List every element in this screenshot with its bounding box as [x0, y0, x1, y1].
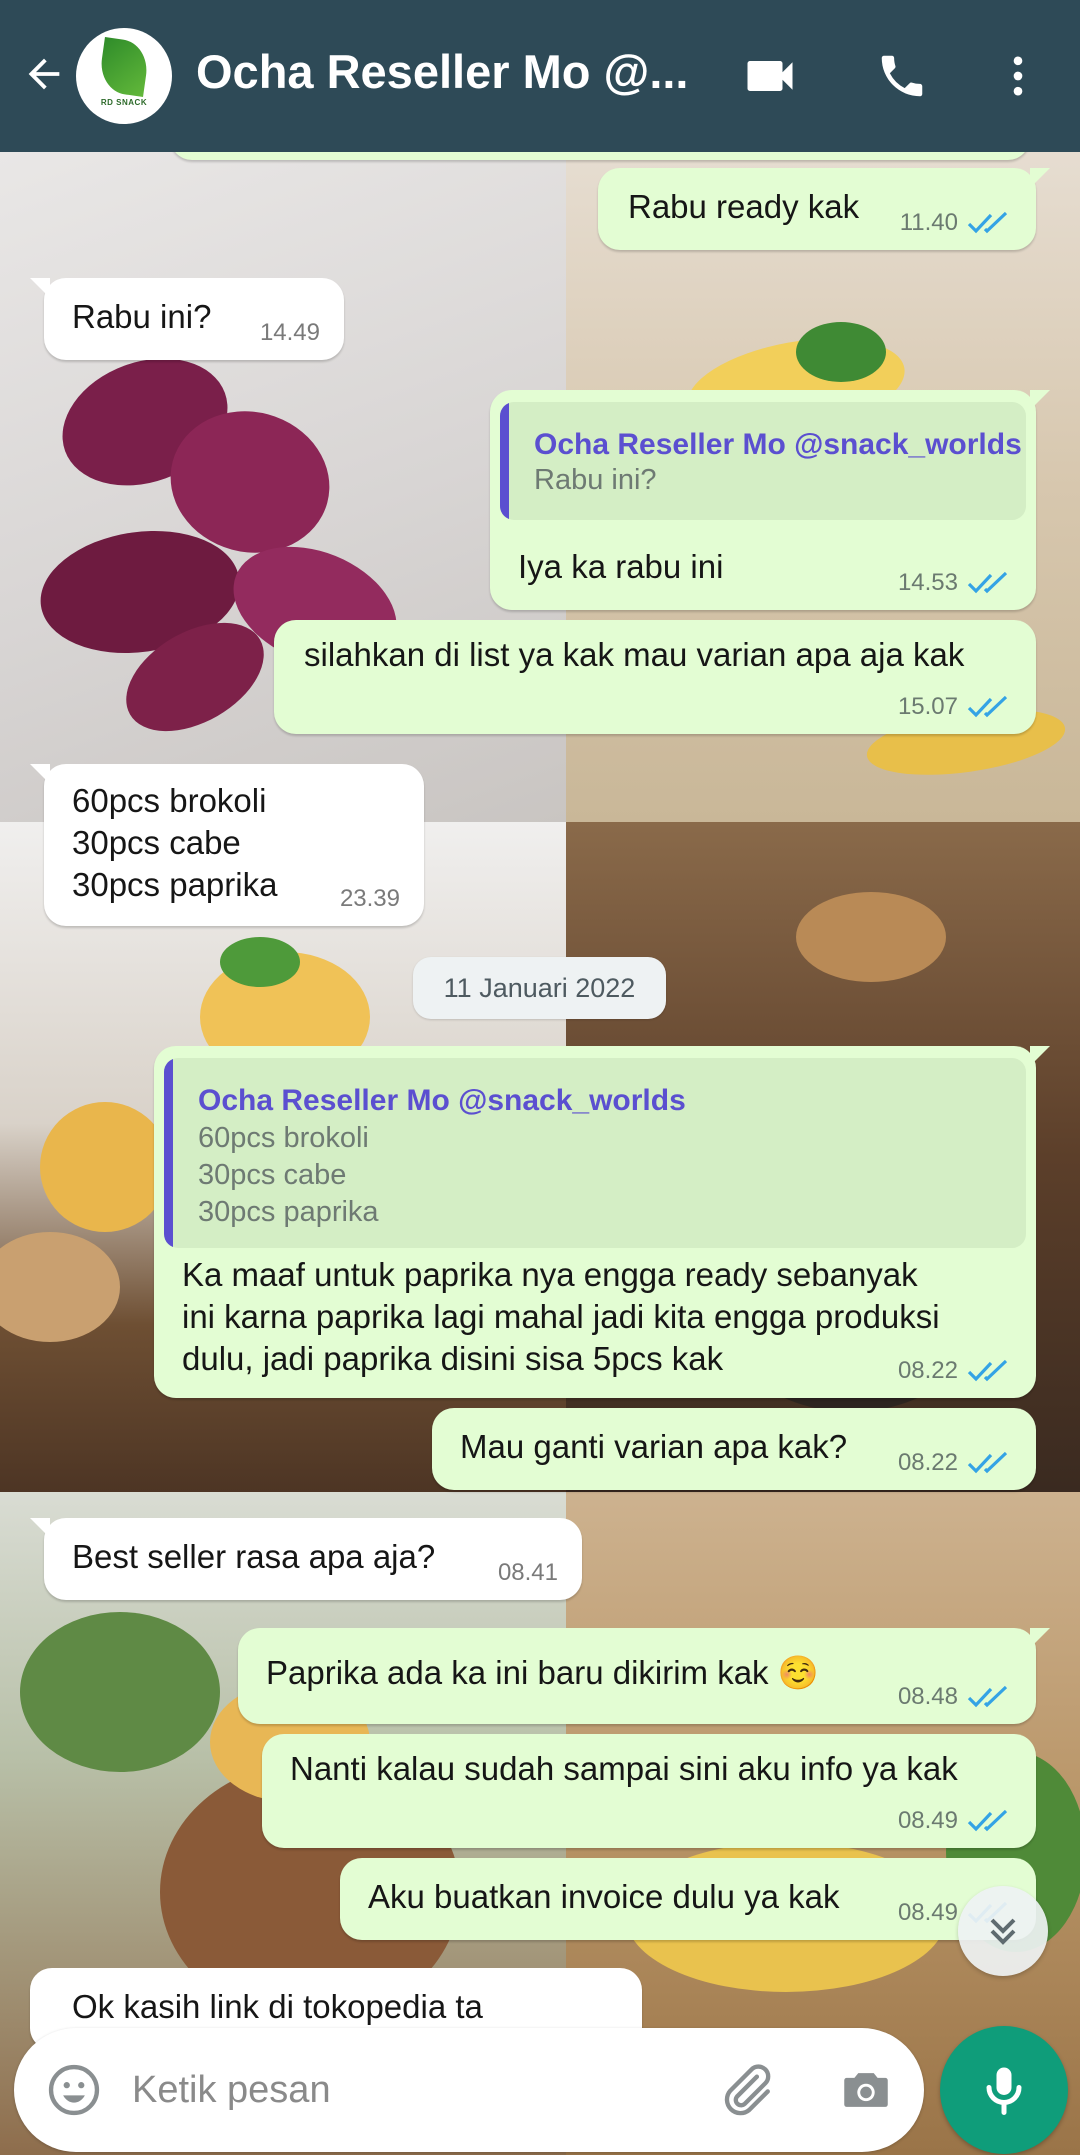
- emoji-button[interactable]: [42, 2058, 106, 2122]
- message-meta: 08.48: [898, 1684, 1012, 1710]
- message-outgoing[interactable]: Rabu ready kak 11.40: [598, 168, 1050, 250]
- avatar-label: RD SNACK: [100, 97, 148, 107]
- message-time: 08.22: [897, 1449, 958, 1476]
- message-meta: 08.22: [898, 1358, 1012, 1384]
- more-options-button[interactable]: [986, 44, 1050, 108]
- double-check-icon: [967, 211, 1008, 234]
- contact-name[interactable]: Ocha Reseller Mo @...: [196, 44, 696, 99]
- back-arrow-icon: [28, 58, 60, 90]
- camera-icon: [844, 2073, 888, 2107]
- double-check-icon: [967, 1685, 1008, 1708]
- double-chevron-down-icon: [990, 1918, 1016, 1945]
- message-time: 08.49: [897, 1807, 958, 1834]
- message-text: Ka maaf untuk paprika nya engga ready se…: [182, 1256, 940, 1377]
- message-outgoing[interactable]: Mau ganti varian apa kak? 08.22: [432, 1408, 1036, 1490]
- message-text: Mau ganti varian apa kak?: [460, 1428, 848, 1465]
- message-outgoing[interactable]: Aku buatkan invoice dulu ya kak 08.49: [340, 1858, 1036, 1940]
- double-check-icon: [967, 695, 1008, 718]
- message-meta: 23.39: [340, 886, 400, 912]
- double-check-icon: [967, 571, 1008, 594]
- leaf-logo-icon: [97, 36, 151, 97]
- message-incoming[interactable]: Best seller rasa apa aja? 08.41: [30, 1518, 582, 1600]
- mic-icon: [986, 2067, 1022, 2115]
- quoted-text: Rabu ini?: [534, 464, 657, 496]
- message-meta: 08.22: [898, 1450, 1012, 1476]
- message-composer: [14, 2028, 924, 2152]
- message-text: Iya ka rabu ini: [518, 548, 724, 585]
- double-check-icon: [967, 1451, 1008, 1474]
- message-text: Best seller rasa apa aja?: [72, 1538, 436, 1575]
- back-button[interactable]: [18, 44, 70, 104]
- double-check-icon: [967, 1809, 1008, 1832]
- message-incoming[interactable]: 60pcs brokoli 30pcs cabe 30pcs paprika 2…: [30, 764, 424, 926]
- message-text: silahkan di list ya kak mau varian apa a…: [304, 636, 965, 673]
- message-meta: 11.40: [900, 210, 1012, 236]
- quoted-text: 60pcs brokoli 30pcs cabe 30pcs paprika: [198, 1122, 379, 1228]
- message-outgoing[interactable]: silahkan di list ya kak mau varian apa a…: [274, 620, 1036, 734]
- quoted-message[interactable]: Ocha Reseller Mo @snack_worlds 60pcs bro…: [164, 1058, 1026, 1248]
- quoted-message[interactable]: Ocha Reseller Mo @snack_worlds Rabu ini?: [500, 402, 1026, 520]
- scroll-to-bottom-button[interactable]: [958, 1886, 1048, 1976]
- message-meta: 15.07: [898, 694, 1012, 720]
- message-meta: 14.53: [898, 570, 1012, 596]
- message-time: 08.41: [497, 1559, 558, 1586]
- message-time: 08.22: [897, 1357, 958, 1384]
- message-time: 11.40: [899, 209, 958, 236]
- message-text: 60pcs brokoli 30pcs cabe 30pcs paprika: [72, 782, 278, 903]
- attach-button[interactable]: [714, 2058, 778, 2122]
- message-time: 15.07: [897, 693, 958, 720]
- message-outgoing[interactable]: Paprika ada ka ini baru dikirim kak ☺️ 0…: [238, 1628, 1050, 1724]
- message-outgoing-reply[interactable]: Ocha Reseller Mo @snack_worlds Rabu ini?…: [490, 390, 1050, 610]
- paperclip-icon: [724, 2064, 771, 2116]
- message-outgoing[interactable]: Nanti kalau sudah sampai sini aku info y…: [262, 1734, 1036, 1848]
- date-separator: 11 Januari 2022: [413, 957, 666, 1019]
- quote-accent-bar: [164, 1058, 173, 1248]
- message-time: 14.53: [897, 569, 958, 596]
- message-text: Rabu ready kak: [628, 188, 860, 225]
- message-meta: 08.49: [898, 1808, 1012, 1834]
- message-time: 08.49: [897, 1899, 958, 1926]
- voice-message-button[interactable]: [940, 2026, 1068, 2154]
- message-meta: 08.41: [498, 1560, 558, 1586]
- message-incoming[interactable]: Rabu ini? 14.49: [30, 278, 344, 360]
- video-call-icon: [747, 61, 793, 91]
- voice-call-button[interactable]: [870, 44, 934, 108]
- message-meta: 14.49: [260, 320, 320, 346]
- double-check-icon: [967, 1359, 1008, 1382]
- more-vert-icon: [1013, 56, 1023, 96]
- message-text: Nanti kalau sudah sampai sini aku info y…: [290, 1750, 958, 1787]
- message-time: 14.49: [259, 319, 320, 346]
- message-time: 08.48: [897, 1683, 958, 1710]
- message-outgoing-reply[interactable]: Ocha Reseller Mo @snack_worlds 60pcs bro…: [154, 1046, 1050, 1398]
- emoji-icon: [48, 2064, 100, 2116]
- quoted-sender: Ocha Reseller Mo @snack_worlds: [534, 428, 1022, 461]
- message-text: Rabu ini?: [72, 298, 212, 335]
- video-call-button[interactable]: [738, 44, 802, 108]
- contact-avatar[interactable]: RD SNACK: [76, 28, 172, 124]
- message-time: 23.39: [339, 885, 400, 912]
- quote-accent-bar: [500, 402, 509, 520]
- quoted-sender: Ocha Reseller Mo @snack_worlds: [198, 1084, 686, 1117]
- voice-call-icon: [881, 55, 923, 97]
- chat-header: RD SNACK Ocha Reseller Mo @...: [0, 0, 1080, 152]
- message-text: Aku buatkan invoice dulu ya kak: [368, 1878, 840, 1915]
- message-text: Paprika ada ka ini baru dikirim kak ☺️: [266, 1654, 819, 1691]
- camera-button[interactable]: [834, 2058, 898, 2122]
- message-input[interactable]: [132, 2064, 692, 2116]
